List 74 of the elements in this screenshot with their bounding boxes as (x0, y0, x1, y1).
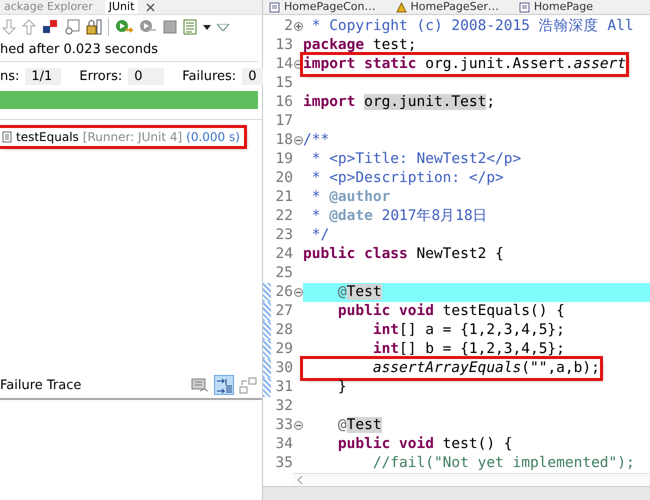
editor-tab[interactable]: HomePage (518, 0, 594, 14)
code-line: * <p>Title: NewTest2</p> (310, 150, 522, 169)
view-tab[interactable]: JUnit (104, 0, 138, 14)
line-number: 28 (274, 321, 293, 340)
line-number: 20 (274, 169, 293, 188)
line-number: 17 (274, 112, 293, 131)
code-line: public class NewTest2 { (303, 245, 504, 264)
expand-fold-icon[interactable] (294, 22, 302, 31)
filter-stack-toggle[interactable] (214, 375, 234, 395)
code-line: public void test() { (336, 435, 513, 454)
collapse-fold-icon[interactable] (294, 421, 302, 430)
line-number: 26 (274, 283, 293, 302)
line-number: 24 (274, 245, 293, 264)
scroll-left-icon[interactable] (297, 476, 303, 484)
line-number: 27 (274, 302, 293, 321)
warning-file-icon (396, 2, 406, 12)
lock-icon[interactable] (86, 19, 102, 35)
line-number: 29 (274, 340, 293, 359)
line-number: 22 (274, 207, 293, 226)
stop-icon[interactable] (163, 20, 177, 34)
clear-icon[interactable] (64, 19, 80, 35)
counter-label: Failures: (182, 69, 236, 84)
line-number: 25 (274, 264, 293, 283)
rerun-icon[interactable] (115, 19, 133, 35)
failure-trace-title: Failure Trace (0, 378, 82, 392)
line-number: 32 (274, 397, 293, 416)
code-line: int[] b = {1,2,3,4,5}; (372, 340, 565, 359)
line-number: 13 (274, 36, 293, 55)
code-line: * Copyright (c) 2008-2015 浩翰深度 All (310, 17, 634, 36)
code-line: /** (303, 131, 330, 150)
code-line: import static org.junit.Assert.assert (303, 55, 626, 74)
layout-toggle[interactable] (238, 375, 258, 395)
line-number: 30 (274, 359, 293, 378)
code-line: int[] a = {1,2,3,4,5}; (372, 321, 565, 340)
line-number: 16 (274, 93, 293, 112)
code-line: } (336, 378, 347, 397)
collapse-fold-icon[interactable] (294, 136, 302, 145)
line-number: 2 (283, 17, 293, 36)
line-number: 18 (274, 131, 293, 150)
counter-value: 0 (128, 68, 164, 85)
view-menu-icon[interactable] (217, 24, 229, 30)
test-result-item[interactable]: testEquals [Runner: JUnit 4] (0.000 s) (0, 128, 244, 146)
line-number: 23 (274, 226, 293, 245)
code-line: @Test (336, 283, 382, 302)
java-file-icon (269, 2, 280, 12)
counter-value: 1/1 (25, 68, 62, 85)
line-number: 21 (274, 188, 293, 207)
counter-label: Errors: (79, 69, 122, 84)
line-number: 34 (274, 435, 293, 454)
code-line: package test; (303, 36, 416, 55)
code-line: * <p>Description: </p> (310, 169, 504, 188)
code-line: assertArrayEquals("",a,b); (303, 359, 600, 378)
horizontal-scrollbar[interactable] (293, 473, 650, 486)
java-file-icon (518, 2, 530, 12)
collapse-fold-icon[interactable] (294, 288, 302, 297)
run-status-text: hed after 0.023 seconds (0, 39, 258, 62)
rerun-failed-icon[interactable] (139, 19, 157, 35)
line-number: 31 (274, 378, 293, 397)
error-filter-icon[interactable] (42, 19, 58, 35)
code-line: * @date 2017年8月18日 (310, 207, 488, 226)
history-icon[interactable] (183, 19, 197, 35)
line-number: 19 (274, 150, 293, 169)
code-line: public void testEquals() { (336, 302, 565, 321)
line-number: 33 (274, 416, 293, 435)
code-line: //fail("Not yet implemented"); (372, 454, 635, 473)
code-line: * @author (310, 188, 390, 207)
counter-label: ns: (0, 69, 20, 84)
close-icon[interactable] (146, 2, 156, 12)
line-number: 35 (274, 454, 293, 473)
dropdown-icon[interactable] (203, 24, 211, 30)
editor-tab[interactable]: HomePageSer… (396, 0, 499, 14)
code-line: @Test (336, 416, 382, 435)
code-line: */ (310, 226, 330, 245)
editor-tab[interactable]: HomePageCon… (269, 0, 376, 14)
